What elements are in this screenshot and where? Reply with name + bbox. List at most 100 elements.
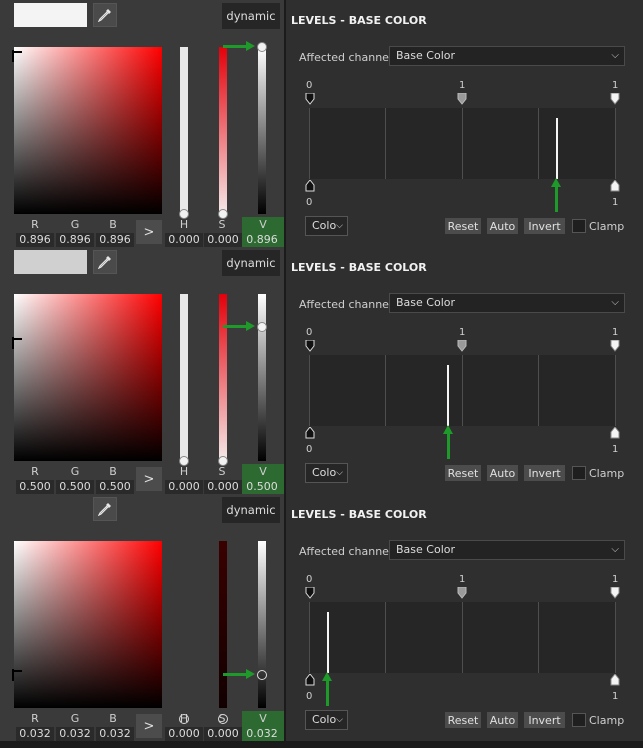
affected-channel-label: Affected channel: [299, 298, 396, 311]
b-value-field[interactable]: 0.032 [96, 727, 134, 741]
affected-channel-select[interactable]: Base Color ⌵ [389, 293, 625, 313]
histogram-grid-line [462, 355, 463, 426]
invert-button[interactable]: Invert [524, 712, 565, 728]
b-label: B [109, 218, 117, 231]
output-black-handle-icon[interactable] [305, 674, 315, 686]
affected-channel-label: Affected channel: [299, 545, 396, 558]
input-gray-handle-icon[interactable] [457, 93, 467, 105]
value-slider-knob[interactable] [257, 669, 267, 680]
clamp-checkbox[interactable] [572, 466, 586, 480]
histogram-grid-line [538, 108, 539, 179]
input-white-handle-icon[interactable] [610, 340, 620, 352]
eyedropper-button[interactable] [93, 250, 117, 274]
input-white-handle-icon[interactable] [610, 93, 620, 105]
levels-panel: LEVELS - BASE COLOR Affected channel: Ba… [286, 0, 643, 247]
b-label: B [109, 465, 117, 478]
reset-button[interactable]: Reset [445, 712, 481, 728]
affected-channel-label: Affected channel: [299, 51, 396, 64]
histogram-grid-line [309, 355, 310, 426]
hue-slider-track[interactable] [180, 294, 188, 461]
eyedropper-icon [98, 503, 111, 516]
value-slider-track[interactable] [258, 294, 266, 461]
levels-title: LEVELS - BASE COLOR [291, 261, 427, 274]
h-value-field[interactable]: 0.000 [165, 480, 203, 494]
levels-histogram [309, 355, 616, 426]
input-high-number: 1 [612, 80, 619, 91]
h-value-field[interactable]: 0.000 [165, 233, 203, 247]
clamp-checkbox[interactable] [572, 713, 586, 727]
s-value-field[interactable]: 0.000 [204, 727, 242, 741]
input-black-handle-icon[interactable] [305, 340, 315, 352]
auto-button[interactable]: Auto [487, 712, 518, 728]
color-mode-select[interactable]: Colo ⌵ [305, 463, 348, 483]
r-value-field[interactable]: 0.032 [16, 727, 54, 741]
reset-button[interactable]: Reset [445, 218, 481, 234]
hue-slider-track[interactable] [180, 47, 188, 214]
eyedropper-icon [98, 256, 111, 269]
output-black-handle-icon[interactable] [305, 427, 315, 439]
affected-channel-select[interactable]: Base Color ⌵ [389, 46, 625, 66]
color-mode-select[interactable]: Colo ⌵ [305, 216, 348, 236]
dynamic-button[interactable]: dynamic [222, 497, 280, 523]
b-value-field[interactable]: 0.896 [96, 233, 134, 247]
auto-button[interactable]: Auto [487, 465, 518, 481]
value-slider-knob[interactable] [257, 42, 267, 52]
g-value-field[interactable]: 0.032 [56, 727, 94, 741]
color-mode-select[interactable]: Colo ⌵ [305, 710, 348, 730]
invert-button[interactable]: Invert [524, 465, 565, 481]
rgb-go-button[interactable]: > [136, 467, 162, 491]
v-value-field[interactable]: 0.032 [243, 727, 281, 741]
saturation-value-field[interactable] [12, 541, 162, 708]
affected-channel-select[interactable]: Base Color ⌵ [389, 540, 625, 560]
v-label: V [259, 465, 267, 478]
reset-button[interactable]: Reset [445, 465, 481, 481]
clamp-checkbox[interactable] [572, 219, 586, 233]
color-picker-panel: dynamic R G B H S V 0.032 0.032 0.032 > … [0, 494, 284, 741]
output-low-number: 0 [306, 444, 313, 455]
r-value-field[interactable]: 0.500 [16, 480, 54, 494]
histogram-spike [447, 365, 450, 426]
output-white-handle-icon[interactable] [610, 674, 620, 686]
rgb-go-button[interactable]: > [136, 714, 162, 738]
histogram-grid-line [385, 355, 386, 426]
v-value-field[interactable]: 0.500 [243, 480, 281, 494]
g-value-field[interactable]: 0.500 [56, 480, 94, 494]
input-gray-handle-icon[interactable] [457, 340, 467, 352]
output-black-handle-icon[interactable] [305, 180, 315, 192]
eyedropper-button[interactable] [93, 3, 117, 27]
input-black-handle-icon[interactable] [305, 587, 315, 599]
value-slider-track[interactable] [258, 541, 266, 708]
rgb-go-button[interactable]: > [136, 220, 162, 244]
input-black-handle-icon[interactable] [305, 93, 315, 105]
saturation-slider-track[interactable] [219, 294, 227, 461]
value-slider-track[interactable] [258, 47, 266, 214]
s-value-field[interactable]: 0.000 [204, 480, 242, 494]
chevron-down-icon: ⌵ [611, 297, 619, 308]
color-swatch [14, 250, 87, 274]
input-gray-handle-icon[interactable] [457, 587, 467, 599]
color-picker-panel: dynamic R G B H S V 0.500 0.500 0.500 > … [0, 247, 284, 494]
output-white-handle-icon[interactable] [610, 427, 620, 439]
saturation-slider-track[interactable] [219, 47, 227, 214]
auto-button[interactable]: Auto [487, 218, 518, 234]
dynamic-button[interactable]: dynamic [222, 250, 280, 276]
v-value-field[interactable]: 0.896 [243, 233, 281, 247]
g-label: G [70, 712, 80, 725]
s-value-field[interactable]: 0.000 [204, 233, 242, 247]
invert-button[interactable]: Invert [524, 218, 565, 234]
dynamic-button[interactable]: dynamic [222, 3, 280, 29]
r-label: R [31, 465, 39, 478]
h-value-field[interactable]: 0.000 [165, 727, 203, 741]
input-white-handle-icon[interactable] [610, 587, 620, 599]
eyedropper-button[interactable] [93, 497, 117, 521]
input-low-number: 0 [306, 327, 313, 338]
r-value-field[interactable]: 0.896 [16, 233, 54, 247]
saturation-value-field[interactable] [12, 47, 162, 214]
b-value-field[interactable]: 0.500 [96, 480, 134, 494]
g-value-field[interactable]: 0.896 [56, 233, 94, 247]
output-white-handle-icon[interactable] [610, 180, 620, 192]
saturation-value-field[interactable] [12, 294, 162, 461]
input-low-number: 0 [306, 80, 313, 91]
sv-black-gradient [14, 47, 162, 214]
saturation-slider-track[interactable] [219, 541, 227, 708]
